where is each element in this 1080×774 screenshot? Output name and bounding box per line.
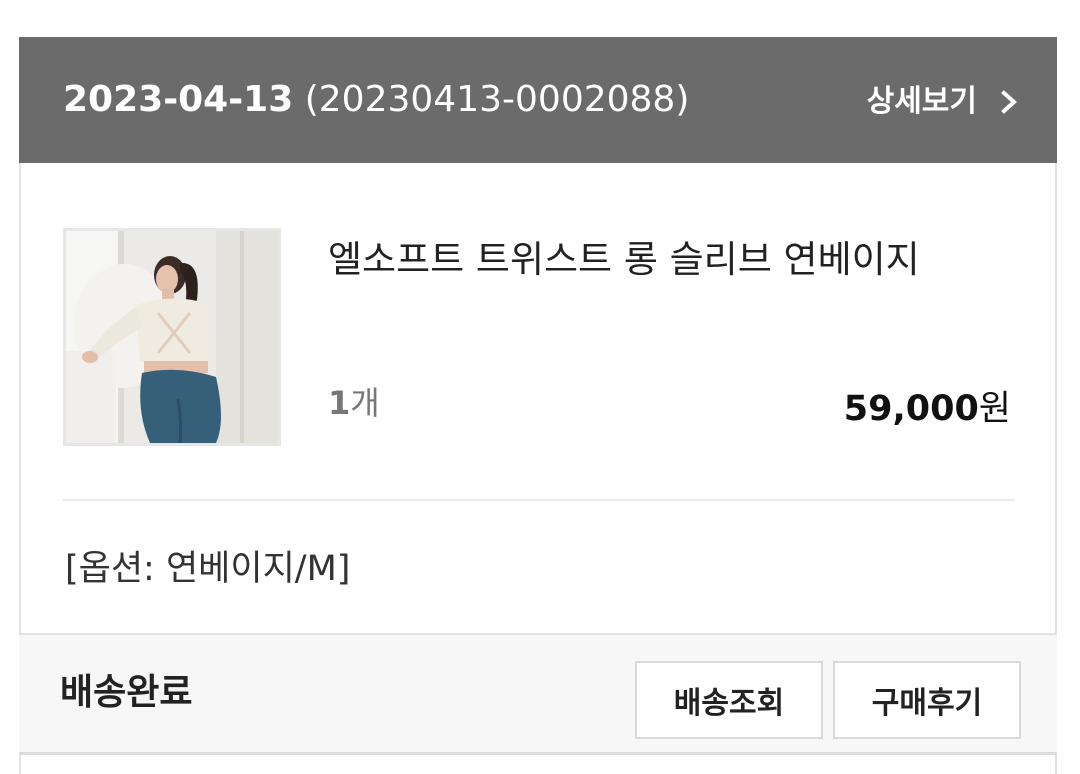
quantity-unit: 개 — [350, 384, 380, 422]
order-header: 2023-04-13 (20230413-0002088) 상세보기 — [19, 37, 1057, 163]
divider — [63, 499, 1015, 501]
order-status-bar: 배송완료 배송조회 구매후기 — [19, 633, 1057, 755]
order-card: 2023-04-13 (20230413-0002088) 상세보기 엘소프트 … — [19, 37, 1057, 774]
order-history-page: 2023-04-13 (20230413-0002088) 상세보기 엘소프트 … — [0, 0, 1080, 774]
order-number: (20230413-0002088) — [304, 79, 690, 120]
product-price: 59,000원 — [844, 388, 1011, 430]
price-number: 59,000 — [843, 389, 979, 429]
product-quantity: 1개 — [328, 383, 380, 423]
delivery-status: 배송완료 — [60, 672, 193, 713]
product-name[interactable]: 엘소프트 트위스트 롱 슬리브 연베이지 — [328, 237, 920, 283]
quantity-number: 1 — [328, 384, 351, 422]
order-date: 2023-04-13 — [63, 79, 294, 120]
write-review-button[interactable]: 구매후기 — [833, 661, 1021, 739]
product-option: [옵션: 연베이지/M] — [65, 549, 351, 589]
chevron-right-icon — [1001, 90, 1019, 114]
product-thumbnail[interactable] — [63, 228, 281, 446]
price-unit: 원 — [978, 389, 1011, 429]
order-date-number: 2023-04-13 (20230413-0002088) — [63, 78, 689, 122]
view-details-label: 상세보기 — [866, 84, 977, 119]
product-row[interactable]: 엘소프트 트위스트 롱 슬리브 연베이지 1개 59,000원 — [21, 163, 1055, 499]
track-delivery-button[interactable]: 배송조회 — [635, 661, 823, 739]
view-details-link[interactable]: 상세보기 — [867, 84, 1019, 120]
product-photo — [66, 231, 278, 443]
